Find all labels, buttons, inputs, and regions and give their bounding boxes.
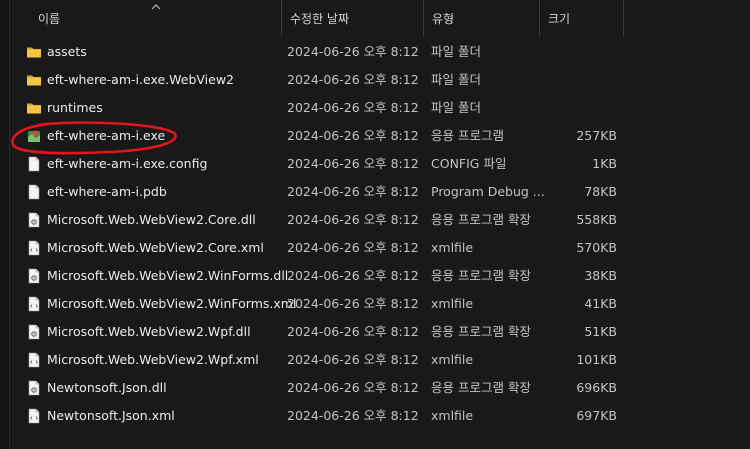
dll-icon [28, 324, 40, 340]
file-date-modified: 2024-06-26 오후 8:12 [287, 324, 419, 339]
file-date-modified: 2024-06-26 오후 8:12 [287, 128, 419, 143]
file-name: runtimes [47, 100, 103, 115]
file-name: eft-where-am-i.exe.config [47, 156, 208, 171]
xml-icon [28, 296, 40, 312]
file-size: 1KB [592, 156, 617, 171]
file-name: eft-where-am-i.exe [47, 128, 166, 143]
file-date-modified: 2024-06-26 오후 8:12 [287, 156, 419, 171]
file-size: 257KB [576, 128, 617, 143]
file-name: Newtonsoft.Json.xml [47, 408, 175, 423]
file-size: 697KB [576, 408, 617, 423]
file-size: 696KB [576, 380, 617, 395]
file-row[interactable]: Microsoft.Web.WebView2.WinForms.xml 2024-… [10, 290, 750, 318]
folder-icon [27, 103, 41, 114]
file-date-modified: 2024-06-26 오후 8:12 [287, 240, 419, 255]
file-type: 파일 폴더 [431, 44, 481, 59]
folder-icon [27, 47, 41, 58]
file-row[interactable]: runtimes 2024-06-26 오후 8:12 파일 폴더 [10, 94, 750, 122]
file-list: assets 2024-06-26 오후 8:12 파일 폴더 eft-where-a… [10, 38, 750, 430]
file-date-modified: 2024-06-26 오후 8:12 [287, 296, 419, 311]
file-row[interactable]: eft-where-am-i.pdb 2024-06-26 오후 8:12 Prog… [10, 178, 750, 206]
file-size: 101KB [576, 352, 617, 367]
file-size: 78KB [584, 184, 617, 199]
file-date-modified: 2024-06-26 오후 8:12 [287, 72, 419, 87]
navigation-pane-edge [0, 0, 10, 449]
file-date-modified: 2024-06-26 오후 8:12 [287, 44, 419, 59]
file-row[interactable]: Newtonsoft.Json.xml 2024-06-26 오후 8:12 xml… [10, 402, 750, 430]
file-name: eft-where-am-i.pdb [47, 184, 167, 199]
file-name: Microsoft.Web.WebView2.Wpf.xml [47, 352, 259, 367]
file-date-modified: 2024-06-26 오후 8:12 [287, 352, 419, 367]
column-header-type[interactable]: 유형 [424, 0, 540, 36]
file-size: 570KB [576, 240, 617, 255]
file-type: xmlfile [431, 408, 474, 423]
file-type: CONFIG 파일 [431, 156, 507, 171]
file-explorer: 이름 수정한 날짜 유형 크기 assets 2024-06-26 오후 8:12… [0, 0, 750, 449]
file-name: Microsoft.Web.WebView2.Core.xml [47, 240, 264, 255]
file-row[interactable]: Microsoft.Web.WebView2.Core.xml 2024-06-2… [10, 234, 750, 262]
map-app-icon [28, 130, 40, 142]
file-name: Microsoft.Web.WebView2.WinForms.xml [47, 296, 297, 311]
file-name: Microsoft.Web.WebView2.WinForms.dll [47, 268, 289, 283]
file-row[interactable]: Microsoft.Web.WebView2.Wpf.xml 2024-06-26… [10, 346, 750, 374]
file-row[interactable]: eft-where-am-i.exe.config 2024-06-26 오후 8… [10, 150, 750, 178]
file-type: Program Debug ... [431, 184, 545, 199]
file-name: Newtonsoft.Json.dll [47, 380, 167, 395]
file-row[interactable]: assets 2024-06-26 오후 8:12 파일 폴더 [10, 38, 750, 66]
file-type: 응용 프로그램 확장 [431, 324, 531, 339]
file-type: xmlfile [431, 352, 474, 367]
file-date-modified: 2024-06-26 오후 8:12 [287, 100, 419, 115]
column-header-size[interactable]: 크기 [540, 0, 624, 36]
file-size: 41KB [584, 296, 617, 311]
file-icon [28, 184, 40, 200]
file-row[interactable]: eft-where-am-i.exe 2024-06-26 오후 8:12 응용 프… [10, 122, 750, 150]
file-name: assets [47, 44, 87, 59]
file-size: 38KB [584, 268, 617, 283]
file-name: Microsoft.Web.WebView2.Wpf.dll [47, 324, 251, 339]
file-date-modified: 2024-06-26 오후 8:12 [287, 380, 419, 395]
xml-icon [28, 352, 40, 368]
file-type: 응용 프로그램 [431, 128, 504, 143]
file-row[interactable]: Microsoft.Web.WebView2.Wpf.dll 2024-06-26… [10, 318, 750, 346]
dll-icon [28, 380, 40, 396]
file-row[interactable]: Newtonsoft.Json.dll 2024-06-26 오후 8:12 응용 … [10, 374, 750, 402]
column-header-date-modified[interactable]: 수정한 날짜 [282, 0, 424, 36]
file-date-modified: 2024-06-26 오후 8:12 [287, 408, 419, 423]
file-date-modified: 2024-06-26 오후 8:12 [287, 268, 419, 283]
xml-icon [28, 408, 40, 424]
column-header-name[interactable]: 이름 [30, 0, 282, 36]
dll-icon [28, 212, 40, 228]
file-type: 응용 프로그램 확장 [431, 268, 531, 283]
file-date-modified: 2024-06-26 오후 8:12 [287, 184, 419, 199]
file-type: 응용 프로그램 확장 [431, 212, 531, 227]
file-row[interactable]: eft-where-am-i.exe.WebView2 2024-06-26 오후… [10, 66, 750, 94]
file-type: 파일 폴더 [431, 72, 481, 87]
file-name: eft-where-am-i.exe.WebView2 [47, 72, 234, 87]
file-row[interactable]: Microsoft.Web.WebView2.Core.dll 2024-06-2… [10, 206, 750, 234]
file-row[interactable]: Microsoft.Web.WebView2.WinForms.dll 2024-… [10, 262, 750, 290]
file-name: Microsoft.Web.WebView2.Core.dll [47, 212, 256, 227]
xml-icon [28, 240, 40, 256]
folder-icon [27, 75, 41, 86]
file-date-modified: 2024-06-26 오후 8:12 [287, 212, 419, 227]
file-icon [28, 156, 40, 172]
file-type: xmlfile [431, 240, 474, 255]
dll-icon [28, 268, 40, 284]
file-size: 51KB [584, 324, 617, 339]
file-type: 응용 프로그램 확장 [431, 380, 531, 395]
column-header-bar: 이름 수정한 날짜 유형 크기 [10, 0, 750, 36]
file-type: 파일 폴더 [431, 100, 481, 115]
file-type: xmlfile [431, 296, 474, 311]
file-size: 558KB [576, 212, 617, 227]
